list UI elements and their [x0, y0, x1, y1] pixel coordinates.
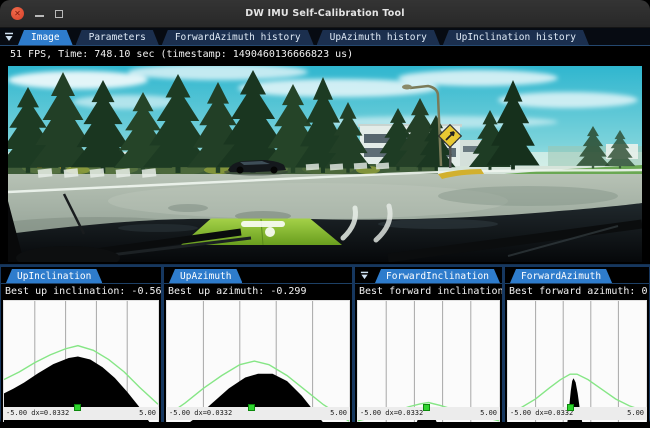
- histogram-up-inclination: [3, 300, 159, 422]
- collapse-tabs-icon[interactable]: [360, 269, 369, 282]
- panel-tab-forwardinclination[interactable]: ForwardInclination: [375, 269, 500, 283]
- histogram-up-azimuth: [166, 300, 350, 422]
- panel-header-forward-azimuth: ForwardAzimuth: [505, 267, 649, 284]
- axis-labels-forward-azimuth: -5.00 dx=0.0332 5.00: [507, 407, 647, 420]
- panel-tab-forwardazimuth[interactable]: ForwardAzimuth: [510, 269, 612, 283]
- best-estimate-marker[interactable]: [567, 404, 574, 411]
- best-estimate-marker[interactable]: [74, 404, 81, 411]
- panel-header-up-azimuth: UpAzimuth: [164, 267, 352, 284]
- collapse-tabs-icon[interactable]: [3, 31, 15, 44]
- best-estimate-marker[interactable]: [423, 404, 430, 411]
- panel-forward-azimuth: ForwardAzimuthBest forward azimuth: 0. -5…: [505, 267, 649, 422]
- panel-status-forward-azimuth: Best forward azimuth: 0.: [505, 284, 649, 299]
- panel-up-inclination: UpInclinationBest up inclination: -0.56 -…: [1, 267, 161, 422]
- camera-image: [8, 66, 642, 262]
- panel-up-azimuth: UpAzimuthBest up azimuth: -0.299 -5.00 dx…: [164, 267, 352, 422]
- panel-tab-upinclination[interactable]: UpInclination: [6, 269, 102, 283]
- window-title: DW IMU Self-Calibration Tool: [0, 8, 650, 19]
- tab-forwardazimuth-history[interactable]: ForwardAzimuth history: [162, 30, 314, 45]
- best-estimate-marker[interactable]: [248, 404, 255, 411]
- panel-header-forward-inclination: ForwardInclinationFor: [355, 267, 502, 284]
- panel-header-up-inclination: UpInclination: [1, 267, 161, 284]
- minimize-icon[interactable]: [35, 15, 44, 17]
- main-tabbar: ImageParametersForwardAzimuth historyUpA…: [0, 28, 650, 46]
- plot-forward-azimuth: -5.00 dx=0.0332 5.00: [507, 300, 647, 420]
- panel-status-up-inclination: Best up inclination: -0.56: [1, 284, 161, 299]
- camera-scene: [8, 66, 642, 262]
- plot-forward-inclination: -5.00 dx=0.0332 5.00: [357, 300, 500, 420]
- axis-right-label: 5.00: [330, 407, 347, 420]
- axis-right-label: 5.00: [480, 407, 497, 420]
- histogram-forward-azimuth: [507, 300, 647, 422]
- app-window: ✕ DW IMU Self-Calibration Tool ImagePara…: [0, 0, 650, 428]
- maximize-icon[interactable]: [55, 10, 63, 18]
- axis-left-label: -5.00 dx=0.0332: [360, 407, 423, 420]
- plot-up-inclination: -5.00 dx=0.0332 5.00: [3, 300, 159, 420]
- axis-right-label: 5.00: [627, 407, 644, 420]
- axis-labels-up-azimuth: -5.00 dx=0.0332 5.00: [166, 407, 350, 420]
- axis-right-label: 5.00: [139, 407, 156, 420]
- window-controls: ✕: [0, 7, 63, 20]
- panel-status-up-azimuth: Best up azimuth: -0.299: [164, 284, 352, 299]
- axis-left-label: -5.00 dx=0.0332: [6, 407, 69, 420]
- tab-image[interactable]: Image: [18, 30, 73, 45]
- axis-labels-up-inclination: -5.00 dx=0.0332 5.00: [3, 407, 159, 420]
- axis-left-label: -5.00 dx=0.0332: [169, 407, 232, 420]
- tab-upinclination-history[interactable]: UpInclination history: [443, 30, 589, 45]
- histogram-panels: UpInclinationBest up inclination: -0.56 -…: [0, 264, 650, 422]
- panel-forward-inclination: ForwardInclinationForBest forward inclin…: [355, 267, 502, 422]
- tab-upazimuth-history[interactable]: UpAzimuth history: [317, 30, 440, 45]
- status-text: 51 FPS, Time: 748.10 sec (timestamp: 149…: [0, 46, 650, 64]
- panel-tab-upazimuth[interactable]: UpAzimuth: [169, 269, 242, 283]
- axis-left-label: -5.00 dx=0.0332: [510, 407, 573, 420]
- close-icon[interactable]: ✕: [11, 7, 24, 20]
- panel-status-forward-inclination: Best forward inclination: [355, 284, 502, 299]
- plot-up-azimuth: -5.00 dx=0.0332 5.00: [166, 300, 350, 420]
- titlebar: ✕ DW IMU Self-Calibration Tool: [0, 0, 650, 28]
- main-tabs-row: ImageParametersForwardAzimuth historyUpA…: [18, 30, 589, 45]
- tab-parameters[interactable]: Parameters: [76, 30, 159, 45]
